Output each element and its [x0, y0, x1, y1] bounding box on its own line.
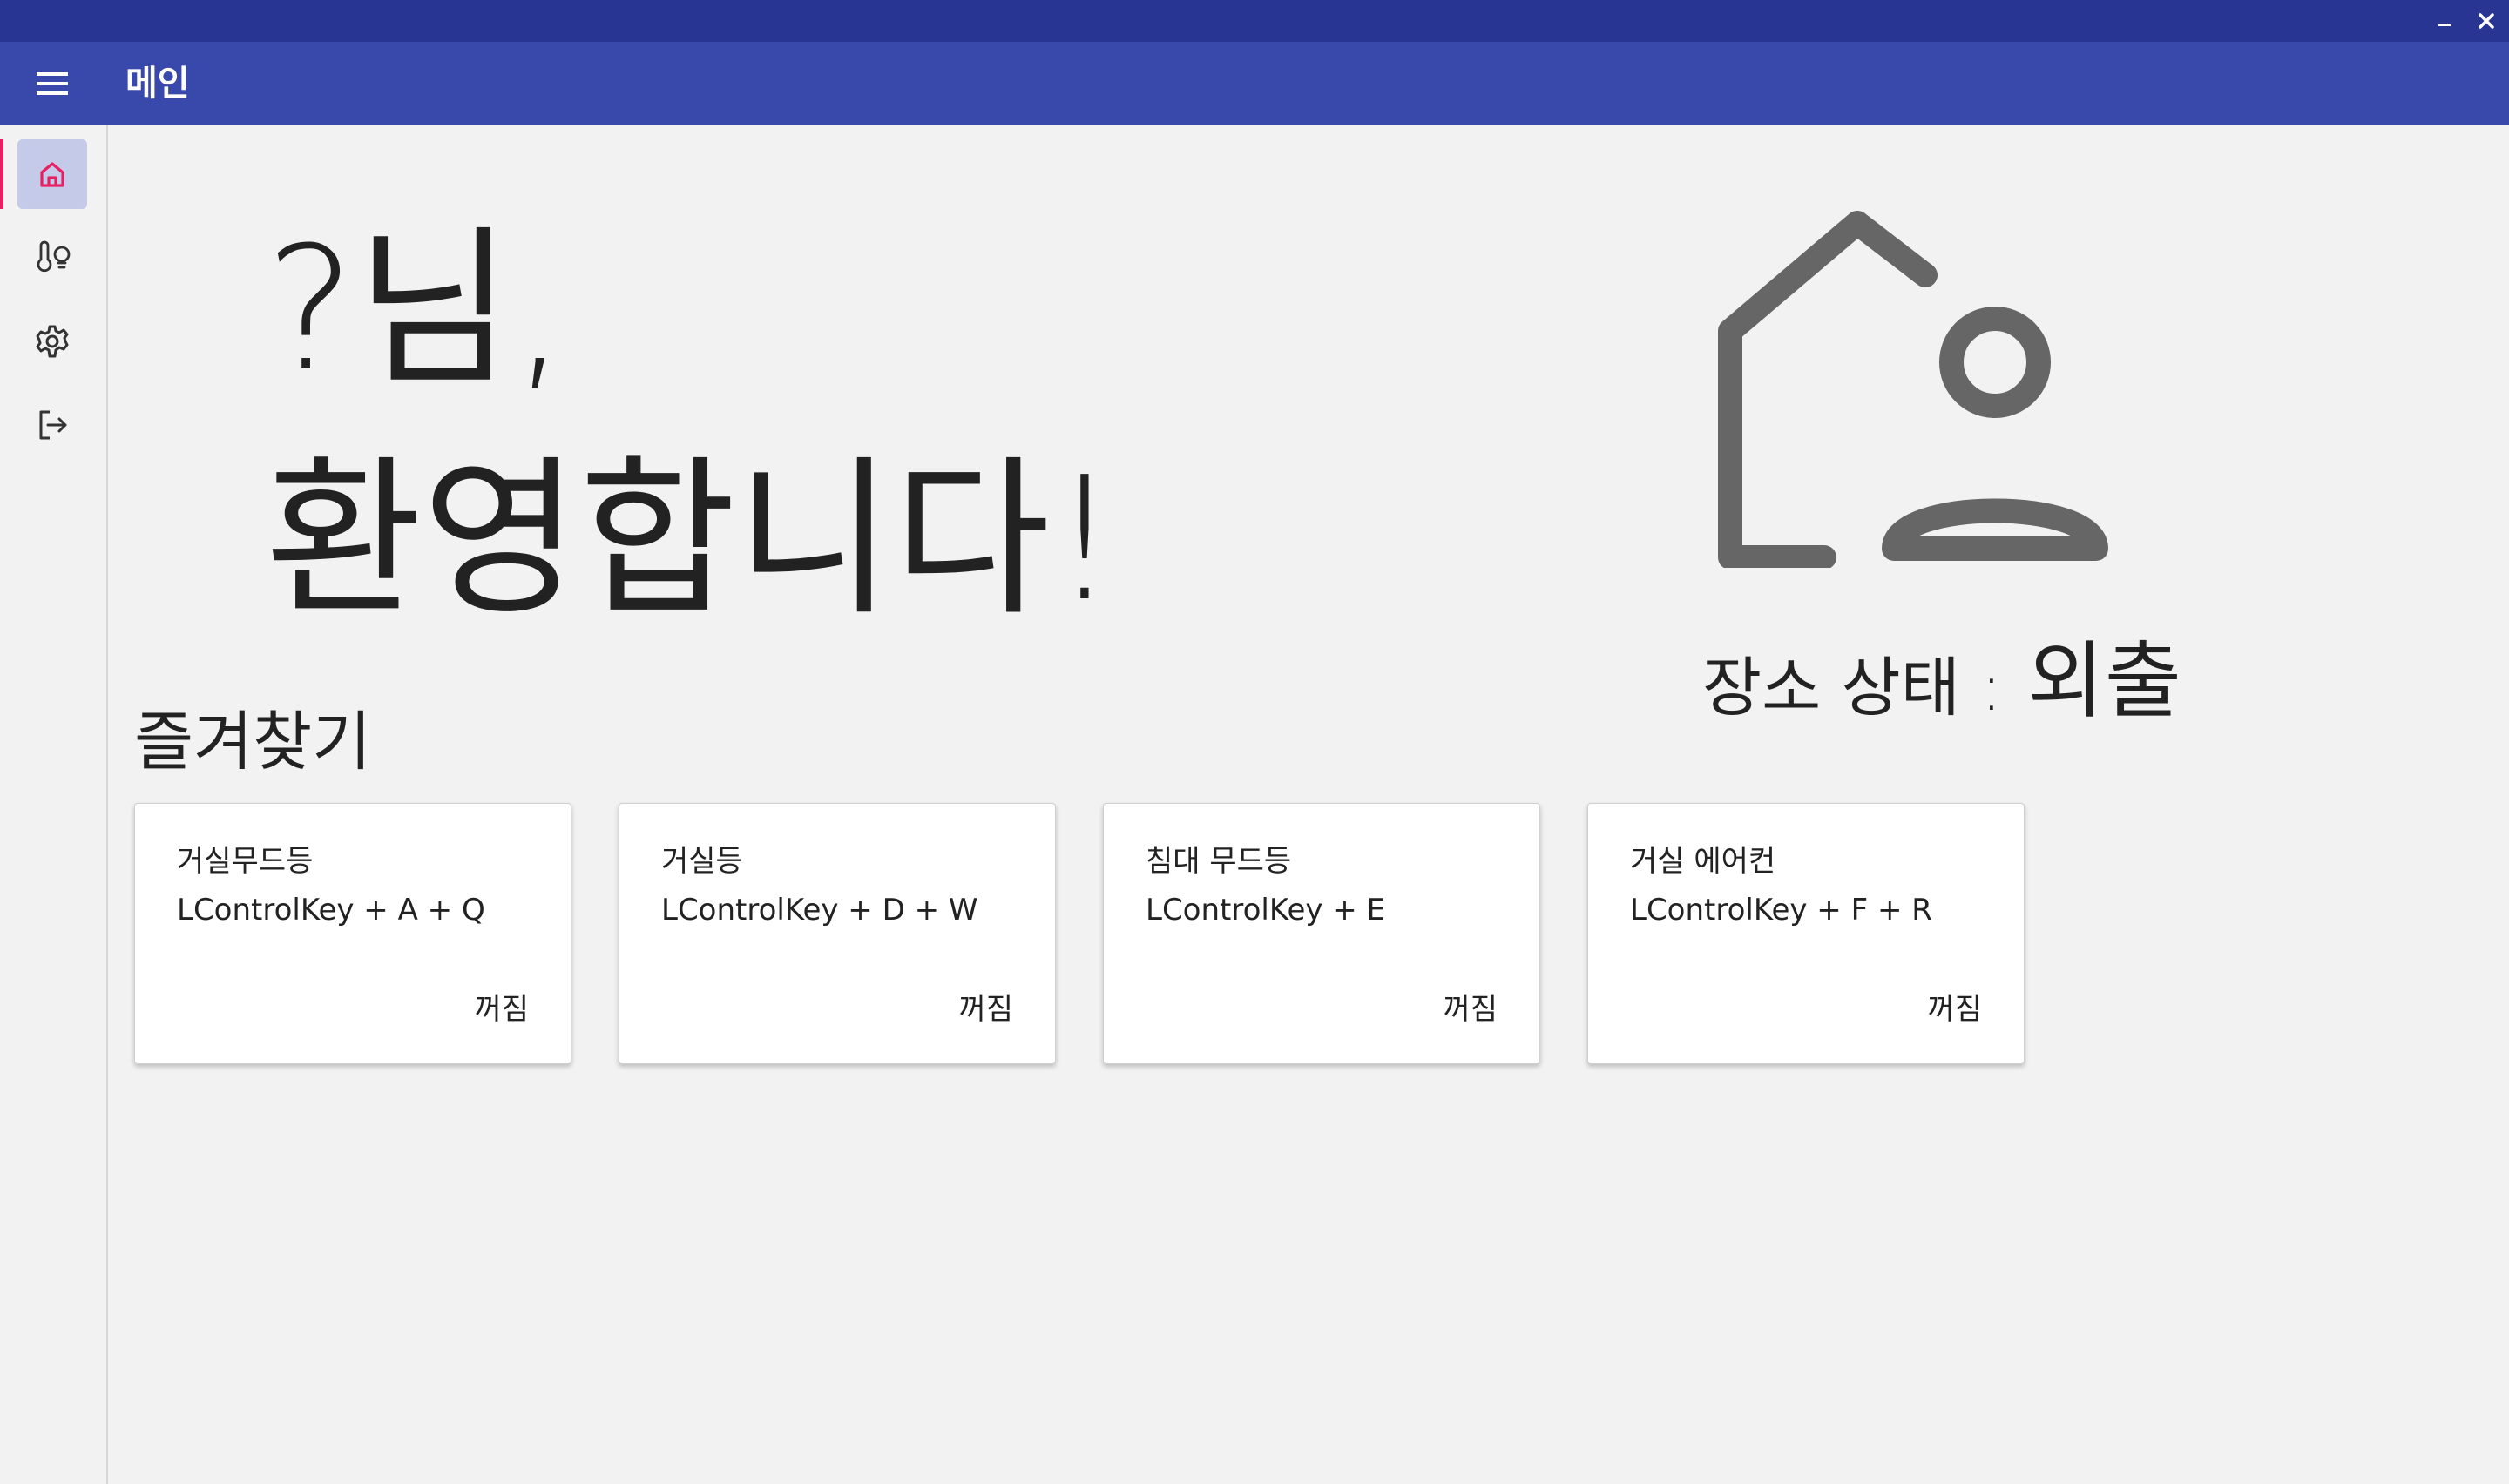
main-content: ?님, 환영합니다! 장소 상태 : 외출 즐겨찾기 거실무드등 LContro… — [108, 125, 2509, 1484]
thermometer-bulb-icon — [37, 240, 71, 273]
app-bar: 메인 — [0, 42, 2509, 125]
card-shortcut: LControlKey + F + R — [1630, 893, 1932, 928]
gear-icon — [36, 325, 69, 358]
favorite-card[interactable]: 거실 에어컨 LControlKey + F + R 꺼짐 — [1587, 803, 2025, 1064]
menu-button[interactable] — [26, 59, 78, 108]
location-status: 장소 상태 : 외출 — [1702, 613, 2181, 734]
card-state: 꺼짐 — [958, 992, 1013, 1027]
sidebar-item-devices[interactable] — [17, 223, 87, 293]
sidebar-item-home[interactable] — [17, 139, 87, 209]
favorite-card[interactable]: 거실등 LControlKey + D + W 꺼짐 — [619, 803, 1056, 1064]
sidebar — [0, 125, 108, 1484]
favorite-card[interactable]: 거실무드등 LControlKey + A + Q 꺼짐 — [134, 803, 571, 1064]
welcome-message: ?님, 환영합니다! — [265, 195, 1119, 655]
sidebar-item-logout[interactable] — [17, 390, 87, 460]
minimize-button[interactable] — [2424, 0, 2465, 42]
hamburger-menu-icon — [37, 72, 68, 95]
card-state: 꺼짐 — [1927, 992, 1982, 1027]
close-icon — [2479, 13, 2494, 29]
card-device-name: 거실무드등 — [177, 844, 314, 879]
card-state: 꺼짐 — [1443, 992, 1498, 1027]
page-title: 메인 — [125, 64, 190, 104]
welcome-user-line: ?님, — [265, 211, 567, 409]
home-icon — [40, 162, 64, 187]
active-indicator — [0, 139, 3, 209]
welcome-greeting-line: 환영합니다! — [265, 441, 1119, 639]
window-titlebar — [0, 0, 2509, 42]
favorite-card[interactable]: 침대 무드등 LControlKey + E 꺼짐 — [1103, 803, 1540, 1064]
sidebar-item-settings[interactable] — [17, 307, 87, 376]
card-shortcut: LControlKey + E — [1146, 893, 1386, 928]
home-person-icon — [1718, 211, 2108, 568]
close-button[interactable] — [2465, 0, 2507, 42]
favorites-title: 즐겨찾기 — [134, 705, 372, 779]
status-label: 장소 상태 : — [1702, 651, 2003, 725]
card-device-name: 거실 에어컨 — [1630, 844, 1776, 879]
logout-icon — [39, 410, 67, 440]
card-device-name: 거실등 — [661, 844, 743, 879]
card-state: 꺼짐 — [474, 992, 529, 1027]
card-shortcut: LControlKey + D + W — [661, 893, 978, 928]
card-device-name: 침대 무드등 — [1146, 844, 1292, 879]
minimize-icon — [2438, 24, 2451, 26]
status-value: 외출 — [2027, 632, 2182, 730]
card-shortcut: LControlKey + A + Q — [177, 893, 485, 928]
